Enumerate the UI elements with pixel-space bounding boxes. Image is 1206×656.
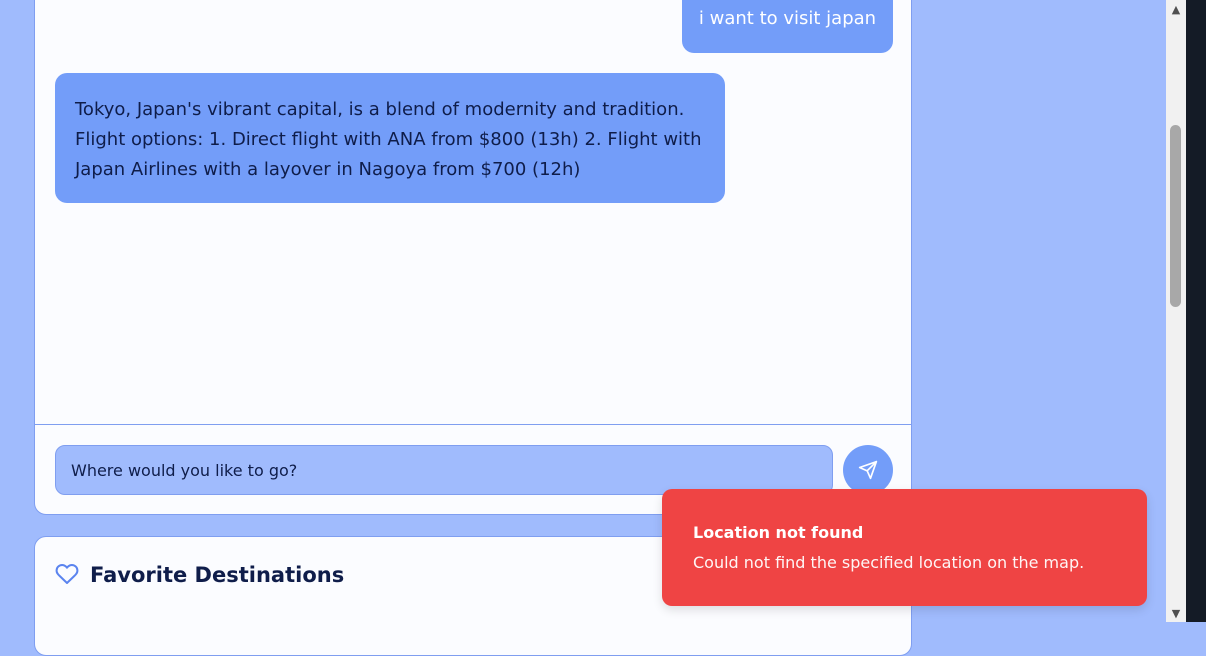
heart-icon — [55, 564, 79, 584]
input-divider — [35, 424, 912, 425]
send-button[interactable] — [843, 445, 893, 495]
user-message-bubble: i want to visit japan — [682, 0, 893, 53]
window-edge — [1186, 0, 1206, 622]
favorites-title: Favorite Destinations — [90, 563, 345, 587]
destination-input[interactable] — [55, 445, 833, 495]
page-scrollbar[interactable]: ▲ ▼ — [1166, 0, 1186, 622]
scrollbar-thumb[interactable] — [1170, 125, 1181, 307]
toast-description: Could not find the specified location on… — [693, 553, 1085, 572]
send-icon — [858, 460, 878, 480]
toast-title: Location not found — [693, 523, 864, 542]
assistant-message-bubble: Tokyo, Japan's vibrant capital, is a ble… — [55, 73, 725, 203]
error-toast[interactable]: Location not found Could not find the sp… — [662, 489, 1147, 606]
scroll-up-arrow-icon[interactable]: ▲ — [1166, 0, 1186, 18]
scroll-down-arrow-icon[interactable]: ▼ — [1166, 604, 1186, 622]
